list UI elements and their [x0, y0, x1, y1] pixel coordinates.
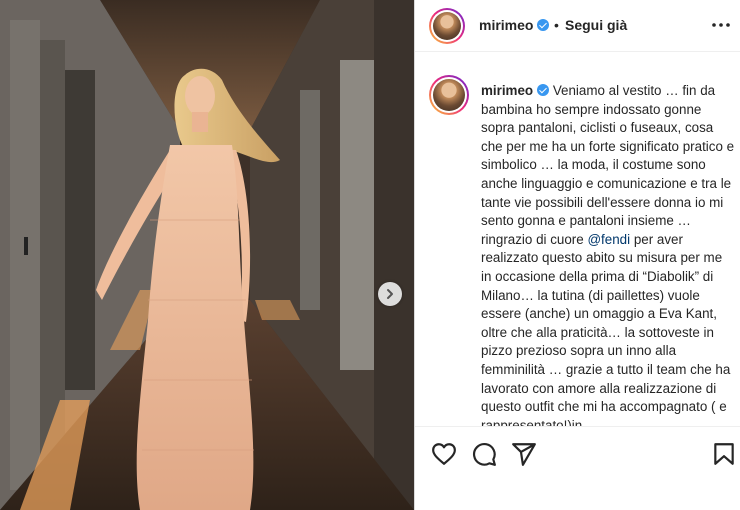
verified-badge-icon	[537, 19, 550, 31]
comment-icon[interactable]	[471, 441, 497, 467]
post-username[interactable]: mirimeo	[479, 17, 550, 33]
bookmark-icon[interactable]	[711, 441, 737, 467]
avatar[interactable]	[429, 8, 465, 44]
post-photo[interactable]	[0, 0, 414, 510]
caption-text: mirimeo Veniamo al vestito … fin da bamb…	[481, 82, 736, 426]
chevron-right-icon	[387, 289, 393, 299]
caption-body-part2: per aver realizzato questo abito su misu…	[481, 231, 731, 426]
caption-body-part1: Veniamo al vestito … fin da bambina ho s…	[481, 83, 735, 247]
follow-status-button[interactable]: Segui già	[565, 17, 627, 33]
caption-avatar[interactable]	[429, 75, 469, 115]
post-photo-illustration	[0, 0, 414, 510]
post-actions	[415, 426, 740, 510]
post-header: mirimeo • Segui già	[415, 0, 740, 52]
caption-area: mirimeo Veniamo al vestito … fin da bamb…	[415, 52, 740, 426]
caption-username-text[interactable]: mirimeo	[481, 83, 533, 98]
carousel-next-button[interactable]	[378, 282, 402, 306]
mention-link[interactable]: @fendi	[587, 232, 630, 247]
post-side-panel: mirimeo • Segui già mirimeo Veniamo al v…	[414, 0, 740, 510]
heart-icon[interactable]	[431, 441, 457, 467]
share-icon[interactable]	[511, 441, 537, 467]
username-text[interactable]: mirimeo	[479, 17, 533, 33]
more-horizontal-icon[interactable]	[710, 14, 732, 36]
verified-badge-icon	[537, 84, 550, 96]
separator-dot: •	[554, 17, 559, 33]
caption-username[interactable]: mirimeo	[481, 83, 550, 98]
